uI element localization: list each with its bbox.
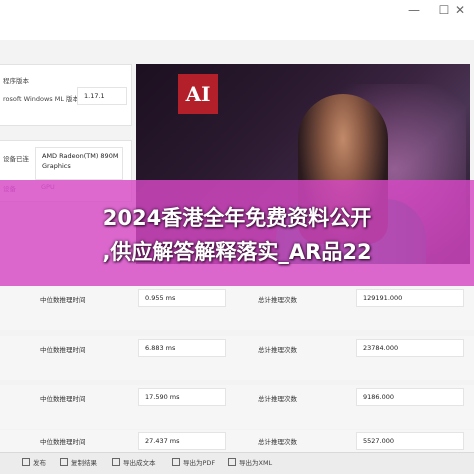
export-text-icon (112, 458, 120, 466)
share-label: 发布 (33, 459, 46, 467)
metric-label: 中位数推理时间 (40, 346, 86, 354)
metric-value: 6.883 ms (138, 339, 226, 357)
export-xml-icon (228, 458, 236, 466)
total-label: 总计推理次数 (258, 438, 297, 446)
metric-value: 17.590 ms (138, 388, 226, 406)
overlay-title-line1: 2024香港全年免费资料公开 (102, 206, 372, 230)
total-value: 5527.000 (356, 432, 464, 450)
metric-label: 中位数推理时间 (40, 438, 86, 446)
metric-value-text: 6.883 ms (145, 344, 176, 352)
metric-value-text: 17.590 ms (145, 393, 180, 401)
total-value-text: 129191.000 (363, 294, 403, 302)
metric-value: 0.955 ms (138, 289, 226, 307)
connected-label: 设备已连 (3, 155, 29, 163)
close-button[interactable]: ✕ (446, 0, 474, 20)
export-text-button[interactable]: 导出成文本 (112, 457, 156, 467)
table-row: 中位数推理时间 6.883 ms 总计推理次数 23784.000 (0, 336, 474, 380)
table-row: 中位数推理时间 17.590 ms 总计推理次数 9186.000 (0, 385, 474, 429)
ml-version-text: 1.17.1 (84, 92, 105, 100)
total-value-text: 23784.000 (363, 344, 399, 352)
table-row: 中位数推理时间 27.437 ms 总计推理次数 5527.000 (0, 430, 474, 452)
export-pdf-icon (172, 458, 180, 466)
metric-value-text: 27.437 ms (145, 437, 180, 445)
copy-results-button[interactable]: 复制结果 (60, 457, 97, 467)
export-xml-label: 导出为XML (239, 459, 273, 467)
version-label: 程序版本 (3, 77, 29, 85)
promo-overlay-banner: 2024香港全年免费资料公开 ,供应解答解释落实_AR品22 (0, 180, 474, 286)
total-value-text: 5527.000 (363, 437, 395, 445)
total-value-text: 9186.000 (363, 393, 395, 401)
total-label: 总计推理次数 (258, 395, 297, 403)
copy-label: 复制结果 (71, 459, 97, 467)
bottom-action-bar: 发布 复制结果 导出成文本 导出为PDF 导出为XML (0, 452, 474, 474)
title-bar: — ☐ ✕ (0, 0, 474, 40)
export-xml-button[interactable]: 导出为XML (228, 457, 272, 467)
share-button[interactable]: 发布 (22, 457, 46, 467)
device-name-text: AMD Radeon(TM) 890M Graphics (42, 152, 119, 170)
table-row: 中位数推理时间 0.955 ms 总计推理次数 129191.000 (0, 286, 474, 330)
metric-label: 中位数推理时间 (40, 395, 86, 403)
copy-icon (60, 458, 68, 466)
share-icon (22, 458, 30, 466)
export-pdf-label: 导出为PDF (183, 459, 216, 467)
export-pdf-button[interactable]: 导出为PDF (172, 457, 215, 467)
overlay-title-line2: ,供应解答解释落实_AR品22 (102, 240, 372, 264)
metric-value: 27.437 ms (138, 432, 226, 450)
total-value: 129191.000 (356, 289, 464, 307)
metric-value-text: 0.955 ms (145, 294, 176, 302)
total-label: 总计推理次数 (258, 296, 297, 304)
ml-version-value: 1.17.1 (77, 87, 127, 105)
ml-version-label: rosoft Windows ML 版本 (3, 95, 80, 103)
total-value: 23784.000 (356, 339, 464, 357)
version-card: 程序版本 rosoft Windows ML 版本 1.17.1 (0, 64, 132, 126)
app-window: — ☐ ✕ 程序版本 rosoft Windows ML 版本 1.17.1 设… (0, 0, 474, 474)
total-value: 9186.000 (356, 388, 464, 406)
metric-label: 中位数推理时间 (40, 296, 86, 304)
total-label: 总计推理次数 (258, 346, 297, 354)
device-name-box: AMD Radeon(TM) 890M Graphics (35, 147, 123, 180)
ai-logo-icon: AI (178, 74, 218, 114)
export-text-label: 导出成文本 (123, 459, 156, 467)
